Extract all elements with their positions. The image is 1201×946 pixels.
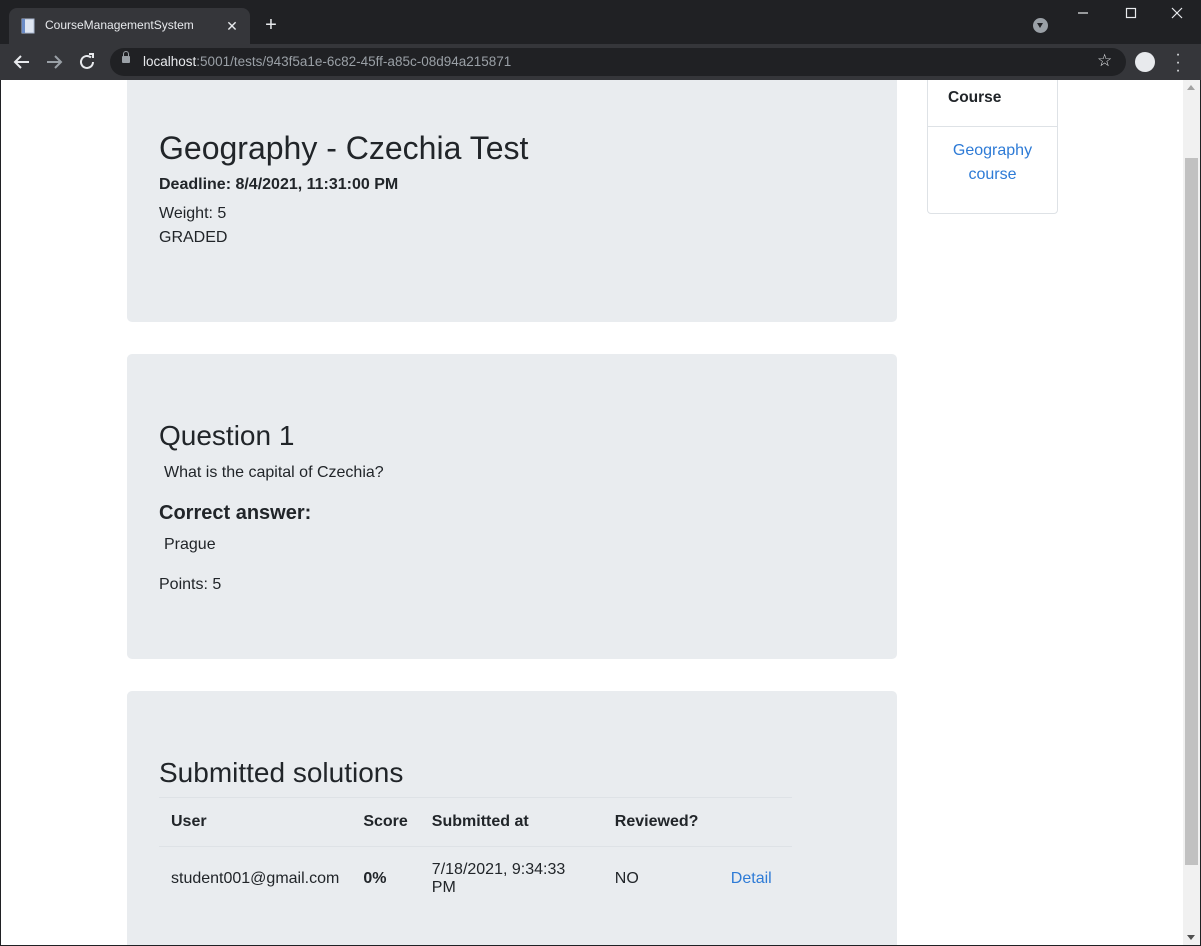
back-arrow-icon[interactable] [10, 50, 34, 74]
course-link[interactable]: Geography course [928, 139, 1057, 187]
row-score: 0% [363, 869, 387, 887]
course-card-body: Geography course [928, 127, 1057, 187]
question-text: What is the capital of Czechia? [164, 464, 384, 481]
scroll-up-arrow-icon[interactable] [1187, 85, 1195, 90]
row-submitted-at: 7/18/2021, 9:34:33 PM [431, 860, 566, 896]
question-panel: Question 1 What is the capital of Czechi… [127, 354, 897, 659]
weight-text: Weight: 5 [159, 205, 227, 222]
column-header-score: Score [351, 797, 420, 847]
test-info-panel: Geography - Czechia Test Deadline: 8/4/2… [127, 80, 897, 322]
question-title: Question 1 [159, 420, 295, 451]
maximize-icon[interactable] [1119, 6, 1143, 26]
lock-icon [122, 51, 130, 63]
correct-answer-text: Prague [164, 536, 216, 553]
column-header-user: User [159, 797, 352, 847]
course-card-header: Course [928, 80, 1057, 127]
points-text: Points: 5 [159, 576, 222, 593]
tab-search-icon[interactable] [1033, 18, 1048, 33]
detail-link[interactable]: Detail [731, 870, 772, 887]
status-text: GRADED [159, 229, 228, 246]
browser-tab-strip: CourseManagementSystem ✕ + [0, 0, 1201, 44]
table-row: student001@gmail.com 0% 7/18/2021, 9:34:… [159, 847, 792, 911]
profile-avatar-icon[interactable] [1135, 52, 1155, 72]
solutions-panel: Submitted solutions User Score Submitted… [127, 691, 897, 945]
column-header-submitted-at: Submitted at [419, 797, 603, 847]
browser-tab[interactable]: CourseManagementSystem ✕ [9, 8, 250, 44]
address-bar[interactable]: localhost:5001/tests/943f5a1e-6c82-45ff-… [110, 48, 1126, 76]
reload-icon[interactable] [75, 50, 99, 74]
new-tab-icon[interactable]: + [260, 14, 282, 36]
column-header-reviewed: Reviewed? [602, 797, 719, 847]
bookmark-star-icon[interactable]: ☆ [1097, 51, 1112, 71]
solutions-table: User Score Submitted at Reviewed? studen… [159, 797, 792, 910]
course-card-title: Course [948, 89, 1002, 106]
page-viewport: Geography - Czechia Test Deadline: 8/4/2… [1, 80, 1200, 945]
page-title: Geography - Czechia Test [159, 130, 529, 166]
scrollbar-thumb[interactable] [1185, 158, 1198, 865]
table-header-row: User Score Submitted at Reviewed? [159, 797, 792, 847]
url-text: localhost:5001/tests/943f5a1e-6c82-45ff-… [143, 54, 512, 69]
row-user: student001@gmail.com [171, 869, 340, 887]
tab-close-icon[interactable]: ✕ [223, 17, 241, 35]
browser-menu-icon[interactable]: · · · [1170, 47, 1186, 79]
solutions-title: Submitted solutions [159, 757, 404, 788]
deadline-text: Deadline: 8/4/2021, 11:31:00 PM [159, 176, 399, 193]
correct-answer-heading: Correct answer: [159, 502, 312, 524]
browser-toolbar: localhost:5001/tests/943f5a1e-6c82-45ff-… [0, 44, 1201, 80]
row-reviewed: NO [614, 869, 639, 887]
minimize-icon[interactable] [1071, 6, 1095, 26]
vertical-scrollbar[interactable] [1183, 80, 1200, 945]
scroll-down-arrow-icon[interactable] [1187, 935, 1195, 940]
tab-title: CourseManagementSystem [45, 18, 194, 32]
column-header-actions [718, 797, 792, 847]
page-icon [21, 18, 35, 34]
close-window-icon[interactable] [1165, 6, 1189, 26]
course-card: Course Geography course [927, 80, 1058, 214]
forward-arrow-icon[interactable] [42, 50, 66, 74]
